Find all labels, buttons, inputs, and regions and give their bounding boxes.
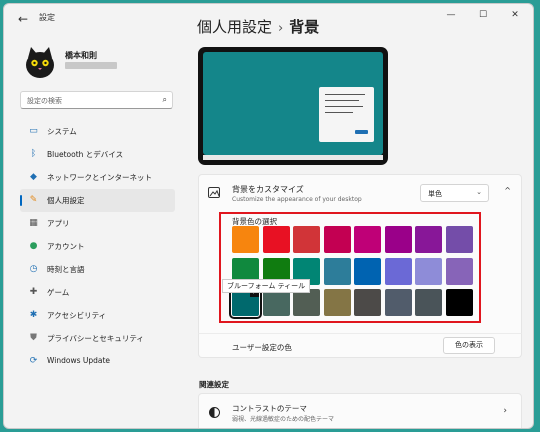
sidebar-item[interactable]: ● アカウント xyxy=(20,235,175,258)
breadcrumb: 個人用設定 › 背景 xyxy=(197,16,319,37)
brush-icon: ✎ xyxy=(29,195,38,205)
custom-color-row: ユーザー設定の色 色の表示 xyxy=(198,333,522,358)
contrast-icon xyxy=(209,407,220,418)
contrast-themes-row[interactable]: コントラストのテーマ 弱視、光線過敏症のための配色テーマ › xyxy=(198,393,522,428)
user-name: 橋本和則 xyxy=(65,51,97,60)
background-title: 背景をカスタマイズ xyxy=(232,185,304,194)
breadcrumb-parent[interactable]: 個人用設定 xyxy=(197,18,272,36)
preview-line xyxy=(325,94,365,95)
contrast-subtitle: 弱視、光線過敏症のための配色テーマ xyxy=(232,416,335,423)
gamepad-icon: ✚ xyxy=(29,287,38,297)
preview-button xyxy=(355,130,368,134)
sidebar-item-label: 時刻と言語 xyxy=(47,265,85,274)
settings-window: ← 設定 — ☐ ✕ 橋本和則 設定の検索 ⌕ ▭ システム ᛒ Bluetoo… xyxy=(3,3,534,429)
search-icon[interactable]: ⌕ xyxy=(163,95,167,105)
background-type-value: 単色 xyxy=(428,190,442,198)
back-button[interactable]: ← xyxy=(14,10,32,28)
avatar xyxy=(21,43,59,81)
sidebar-item-label: ゲーム xyxy=(47,288,70,297)
sidebar-item-label: Bluetooth とデバイス xyxy=(47,150,124,159)
sidebar-item[interactable]: ✱ アクセシビリティ xyxy=(20,304,175,327)
breadcrumb-separator: › xyxy=(278,21,284,36)
sidebar-item[interactable]: ◷ 時刻と言語 xyxy=(20,258,175,281)
accessibility-icon: ✱ xyxy=(29,310,38,320)
bluetooth-icon: ᛒ xyxy=(30,149,37,159)
sidebar-item[interactable]: ᛒ Bluetooth とデバイス xyxy=(20,143,175,166)
settings-search[interactable]: 設定の検索 ⌕ xyxy=(20,91,173,109)
view-colors-button[interactable]: 色の表示 xyxy=(443,337,495,354)
sidebar-item[interactable]: ✚ ゲーム xyxy=(20,281,175,304)
preview-line xyxy=(325,112,353,113)
globe-clock-icon: ◷ xyxy=(29,264,38,274)
sidebar-item-label: プライバシーとセキュリティ xyxy=(47,334,144,343)
sidebar-item-label: 個人用設定 xyxy=(47,196,85,205)
app-title: 設定 xyxy=(39,13,55,22)
close-button[interactable]: ✕ xyxy=(505,10,525,20)
related-settings-title: 関連設定 xyxy=(199,380,229,389)
preview-window xyxy=(319,87,374,142)
collapse-button[interactable]: ^ xyxy=(504,186,511,195)
sidebar-item-label: システム xyxy=(47,127,77,136)
apps-icon: ▦ xyxy=(29,218,38,228)
sidebar-item[interactable]: ✎ 個人用設定 xyxy=(20,189,175,212)
sidebar-item-label: アクセシビリティ xyxy=(47,311,107,320)
sidebar-item-label: アカウント xyxy=(47,242,85,251)
contrast-title: コントラストのテーマ xyxy=(232,404,307,413)
wifi-icon: ◆ xyxy=(30,172,37,182)
background-card: 背景をカスタマイズ Customize the appearance of yo… xyxy=(198,174,522,211)
minimize-button[interactable]: — xyxy=(441,10,461,20)
sidebar-item[interactable]: ▭ システム xyxy=(20,120,175,143)
sidebar-item[interactable]: ▦ アプリ xyxy=(20,212,175,235)
monitor-icon: ▭ xyxy=(29,126,38,136)
sidebar-item[interactable]: ◆ ネットワークとインターネット xyxy=(20,166,175,189)
shield-icon: ⛊ xyxy=(30,333,37,343)
desktop-preview xyxy=(198,47,388,165)
sidebar-item-label: アプリ xyxy=(47,219,70,228)
search-input[interactable]: 設定の検索 xyxy=(27,96,62,106)
page-title: 背景 xyxy=(289,18,320,36)
update-icon: ⟳ xyxy=(29,356,38,366)
person-icon: ● xyxy=(29,241,38,251)
chevron-down-icon: ⌄ xyxy=(476,188,482,196)
image-icon xyxy=(208,187,220,198)
sidebar-item-label: Windows Update xyxy=(47,356,111,365)
preview-line xyxy=(325,106,363,107)
sidebar-nav: ▭ システム ᛒ Bluetooth とデバイス ◆ ネットワークとインターネット ✎ 個人用… xyxy=(20,120,175,373)
preview-taskbar xyxy=(203,155,383,160)
active-indicator xyxy=(20,195,22,206)
highlight-frame xyxy=(219,212,481,323)
sidebar-item[interactable]: ⛊ プライバシーとセキュリティ xyxy=(20,327,175,350)
user-email-redacted xyxy=(65,62,117,69)
sidebar-item-label: ネットワークとインターネット xyxy=(47,173,152,182)
cat-avatar-icon xyxy=(21,43,59,81)
custom-color-label: ユーザー設定の色 xyxy=(232,343,292,352)
preview-line xyxy=(325,100,359,101)
sidebar-item[interactable]: ⟳ Windows Update xyxy=(20,350,175,373)
chevron-right-icon: › xyxy=(503,406,507,416)
background-type-select[interactable]: 単色 ⌄ xyxy=(420,184,489,202)
background-subtitle: Customize the appearance of your desktop xyxy=(232,196,362,203)
maximize-button[interactable]: ☐ xyxy=(473,10,493,20)
